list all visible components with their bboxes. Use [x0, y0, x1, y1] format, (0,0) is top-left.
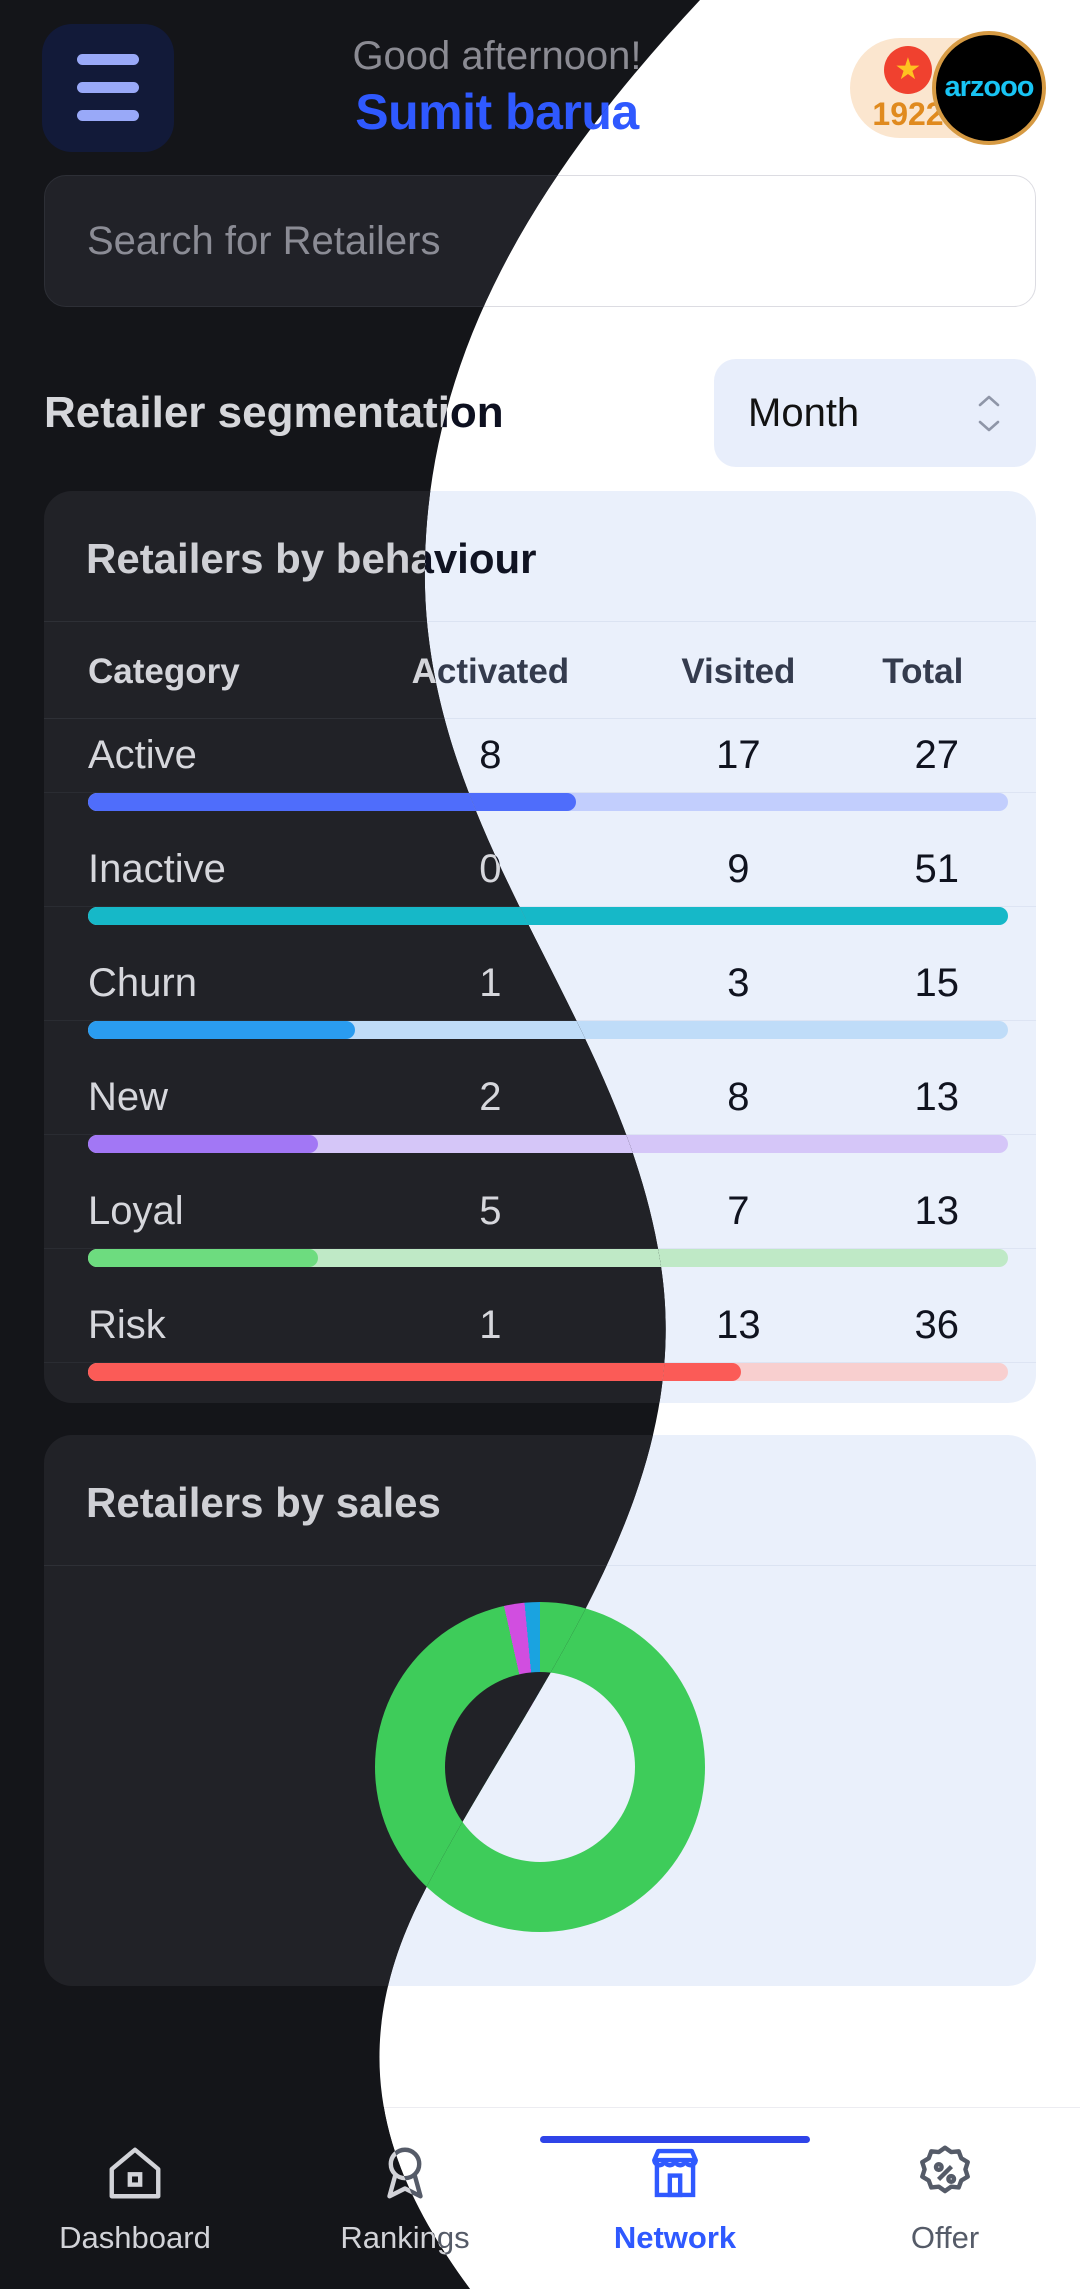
nav-item-network[interactable]: Network — [540, 2135, 810, 2256]
period-select[interactable]: Month — [714, 359, 1036, 467]
active-tab-indicator — [540, 2135, 810, 2143]
cell-category: Inactive — [44, 833, 342, 907]
progress-fill — [88, 1363, 741, 1381]
menu-bar-1 — [77, 54, 139, 65]
col-category: Category — [44, 622, 342, 719]
cell-total: 27 — [837, 718, 1036, 793]
star-icon: ★ — [884, 45, 932, 94]
cell-category: New — [44, 1061, 342, 1135]
points-badge[interactable]: ★ 1922 arzooo — [850, 30, 1046, 145]
cell-visited: 13 — [639, 1289, 838, 1363]
points-value: 1922 — [872, 95, 944, 132]
menu-bar-3 — [77, 110, 139, 121]
cell-total: 51 — [837, 833, 1036, 907]
avatar[interactable]: arzooo — [932, 30, 1046, 145]
nav-label: Network — [613, 2219, 737, 2255]
progress-fill — [88, 1135, 318, 1153]
search-placeholder: Search for Retailers — [87, 218, 441, 263]
cell-visited: 7 — [639, 1175, 838, 1249]
home-icon — [104, 2142, 166, 2204]
cell-total: 36 — [837, 1289, 1036, 1363]
cell-category: Risk — [44, 1289, 342, 1363]
cell-total: 13 — [837, 1175, 1036, 1249]
period-select-value: Month — [748, 390, 860, 435]
cell-total: 15 — [837, 947, 1036, 1021]
cell-category: Loyal — [44, 1175, 342, 1249]
store-icon — [644, 2142, 706, 2204]
cell-total: 13 — [837, 1061, 1036, 1135]
hamburger-menu-icon[interactable] — [42, 24, 174, 152]
nav-item-dashboard[interactable]: Dashboard — [0, 2142, 270, 2256]
cell-activated: 2 — [342, 1061, 640, 1135]
cell-visited: 8 — [639, 1061, 838, 1135]
cell-activated: 1 — [342, 1289, 640, 1363]
avatar-label: arzooo — [944, 71, 1034, 103]
page-title: Retailer segmentation — [44, 388, 504, 437]
col-visited: Visited — [639, 622, 838, 719]
nav-label: Dashboard — [59, 2219, 211, 2255]
progress-fill — [88, 1021, 355, 1039]
cell-category: Active — [44, 719, 342, 793]
menu-bar-2 — [77, 82, 139, 93]
nav-label: Offer — [910, 2219, 980, 2255]
cell-visited: 9 — [639, 833, 838, 907]
chevron-up-down-icon — [976, 394, 1002, 433]
nav-item-offer[interactable]: Offer — [810, 2142, 1080, 2256]
progress-fill — [88, 1249, 318, 1267]
cell-activated: 5 — [342, 1175, 640, 1249]
cell-visited: 3 — [639, 947, 838, 1021]
cell-visited: 17 — [639, 718, 838, 793]
cell-category: Churn — [44, 947, 342, 1021]
discount-icon — [914, 2142, 976, 2204]
col-total: Total — [837, 622, 1036, 719]
